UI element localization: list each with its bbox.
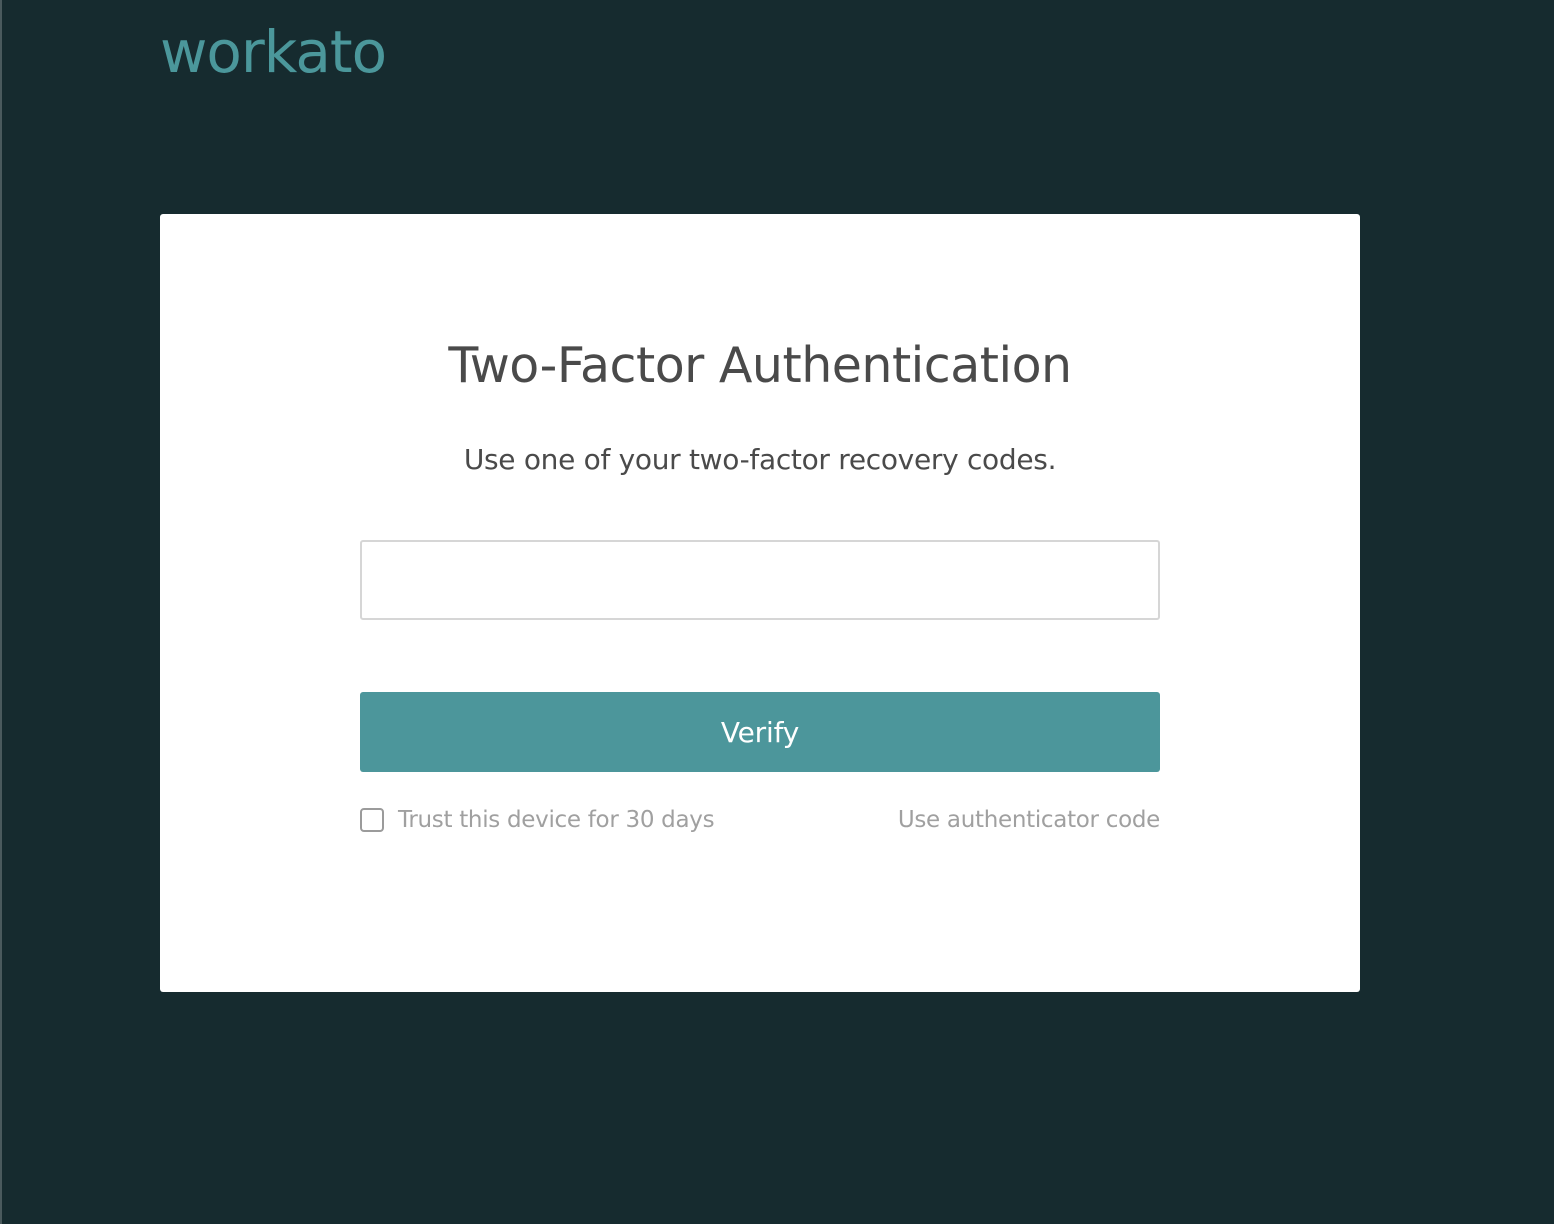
- page-title: Two-Factor Authentication: [448, 337, 1072, 394]
- two-factor-card: Two-Factor Authentication Use one of you…: [160, 214, 1360, 992]
- use-authenticator-code-link[interactable]: Use authenticator code: [898, 802, 1160, 838]
- workato-logo: workato: [160, 18, 387, 86]
- trust-device-option[interactable]: Trust this device for 30 days: [360, 802, 715, 838]
- recovery-code-input[interactable]: [360, 540, 1160, 620]
- trust-device-checkbox[interactable]: [360, 808, 384, 832]
- trust-device-label: Trust this device for 30 days: [398, 807, 715, 833]
- instructions-text: Use one of your two-factor recovery code…: [463, 443, 1057, 476]
- verify-button[interactable]: Verify: [360, 692, 1160, 772]
- window-left-edge: [0, 0, 2, 1224]
